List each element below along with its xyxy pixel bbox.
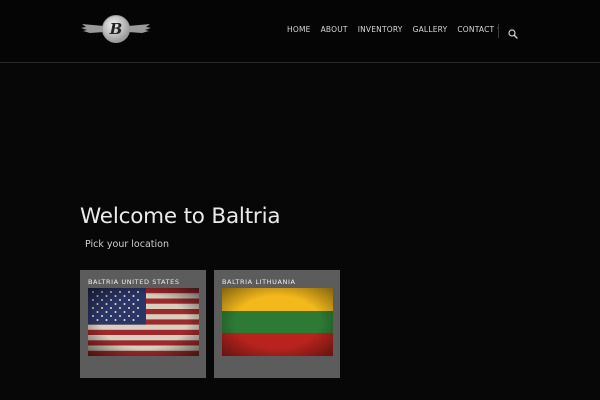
search-icon <box>508 29 518 39</box>
location-label: BALTRIA UNITED STATES <box>88 278 180 286</box>
main-nav: HOME ABOUT INVENTORY GALLERY CONTACT˅ <box>287 25 510 34</box>
logo-emblem: B <box>102 15 130 43</box>
location-card-lithuania[interactable]: BALTRIA LITHUANIA <box>214 270 340 378</box>
lithuania-flag-icon <box>222 288 333 356</box>
nav-gallery[interactable]: GALLERY <box>413 25 448 34</box>
logo-letter: B <box>109 20 123 38</box>
page: B HOME ABOUT INVENTORY GALLERY CONTACT˅ … <box>0 0 600 400</box>
nav-contact[interactable]: CONTACT˅ <box>457 25 499 34</box>
page-subtitle: Pick your location <box>85 239 169 250</box>
location-label: BALTRIA LITHUANIA <box>222 278 296 286</box>
nav-home[interactable]: HOME <box>287 25 311 34</box>
right-wing-icon <box>128 24 151 33</box>
nav-inventory[interactable]: INVENTORY <box>358 25 403 34</box>
nav-about[interactable]: ABOUT <box>321 25 348 34</box>
us-flag-icon <box>88 288 199 356</box>
location-card-united-states[interactable]: BALTRIA UNITED STATES <box>80 270 206 378</box>
nav-contact-label: CONTACT <box>457 25 495 34</box>
nav-divider <box>498 24 499 38</box>
left-wing-icon <box>81 24 104 33</box>
search-button[interactable] <box>508 24 520 39</box>
site-logo[interactable]: B <box>80 13 152 49</box>
site-header: B HOME ABOUT INVENTORY GALLERY CONTACT˅ <box>0 0 600 63</box>
page-title: Welcome to Baltria <box>80 204 281 229</box>
